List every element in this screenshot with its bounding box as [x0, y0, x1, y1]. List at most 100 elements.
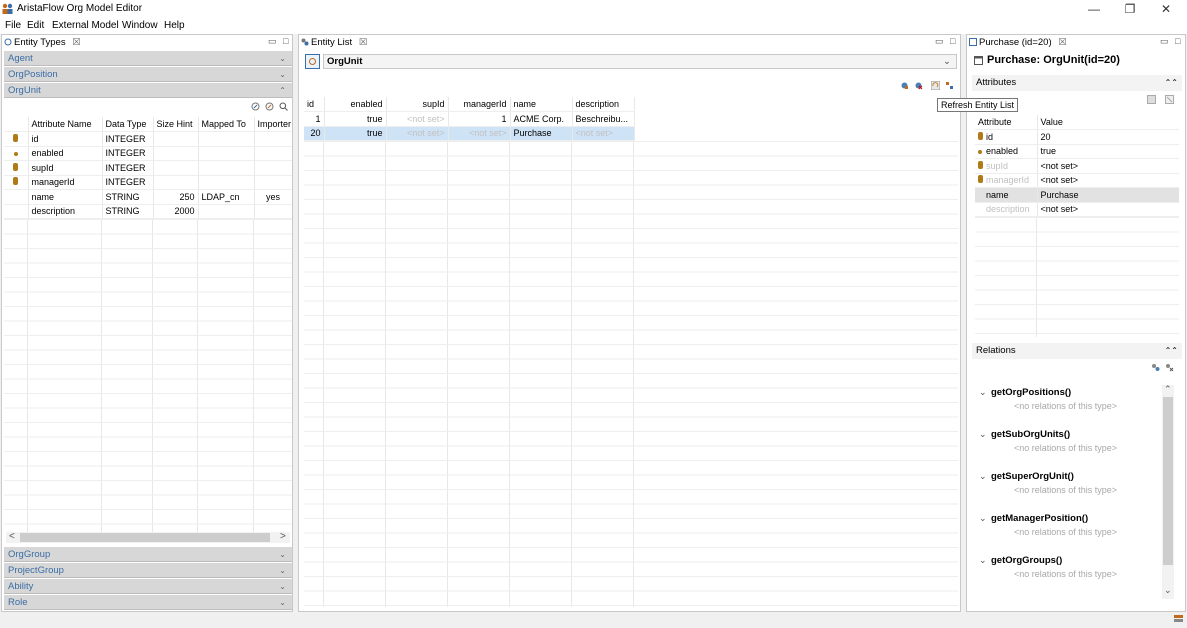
menu-window[interactable]: Window — [122, 20, 158, 31]
collapse-icon[interactable]: ⌃⌃ — [1165, 343, 1178, 359]
close-tab-icon[interactable]: ☒ — [359, 37, 368, 48]
attr-value[interactable]: <not set> — [1037, 202, 1179, 217]
add-relation-icon[interactable] — [1151, 363, 1160, 372]
tab-entity-types[interactable]: Entity Types ☒ — [2, 35, 92, 50]
column-header[interactable]: description — [572, 97, 635, 112]
edit-alt-icon[interactable] — [265, 102, 274, 111]
table-row[interactable]: name STRING 250 LDAP_cn yes — [4, 189, 292, 205]
table-row[interactable]: id INTEGER — [4, 131, 292, 147]
minimize-view-icon[interactable]: ▭ — [1160, 35, 1169, 47]
search-icon[interactable] — [279, 102, 288, 111]
column-header[interactable]: Mapped To — [198, 117, 255, 132]
scroll-down-icon[interactable]: ⌄ — [1164, 585, 1172, 596]
attr-mapped: LDAP_cn — [198, 189, 255, 205]
column-header[interactable]: supId — [386, 97, 449, 112]
edit-icon[interactable] — [251, 102, 260, 111]
column-header[interactable]: Importer — [254, 117, 292, 132]
table-row-selected[interactable]: name Purchase — [975, 187, 1179, 203]
filter-icon[interactable] — [945, 81, 954, 90]
attributes-section-header[interactable]: Attributes ⌃⌃ — [972, 75, 1182, 91]
maximize-view-icon[interactable]: □ — [1175, 35, 1180, 47]
table-row[interactable]: supId <not set> — [975, 158, 1179, 174]
scroll-up-icon[interactable]: ⌃ — [1164, 384, 1172, 395]
column-header[interactable]: Attribute Name — [28, 117, 103, 132]
horizontal-scrollbar[interactable]: < > — [6, 531, 290, 543]
minimize-view-icon[interactable]: ▭ — [935, 35, 944, 47]
accordion-ability[interactable]: Ability ⌄ — [4, 579, 292, 594]
minimize-view-icon[interactable]: ▭ — [268, 35, 277, 47]
attr-value[interactable]: true — [1037, 144, 1179, 159]
revert-icon[interactable] — [1165, 95, 1174, 104]
create-entity-icon[interactable] — [900, 81, 909, 90]
scrollbar-thumb[interactable] — [1163, 397, 1173, 565]
entity-type-dropdown[interactable]: OrgUnit ⌄ — [323, 54, 957, 69]
attr-value[interactable]: Purchase — [1037, 187, 1179, 203]
restore-button[interactable]: ❐ — [1112, 0, 1148, 18]
close-tab-icon[interactable]: ☒ — [1058, 37, 1067, 48]
chevron-down-icon[interactable]: ⌄ — [979, 555, 987, 566]
scroll-left-icon[interactable]: < — [9, 531, 15, 542]
table-row-selected[interactable]: 20 true <not set> <not set> Purchase <no… — [304, 126, 635, 141]
column-header[interactable]: Size Hint — [153, 117, 199, 132]
relations-section-header[interactable]: Relations ⌃⌃ — [972, 343, 1182, 359]
maximize-view-icon[interactable]: □ — [283, 35, 288, 47]
chevron-down-icon[interactable]: ⌄ — [979, 429, 987, 440]
entity-form-icon — [974, 56, 983, 65]
table-row[interactable]: managerId INTEGER — [4, 175, 292, 190]
menu-help[interactable]: Help — [164, 20, 185, 31]
accordion-orggroup[interactable]: OrgGroup ⌄ — [4, 547, 292, 562]
attr-value[interactable]: <not set> — [1037, 173, 1179, 188]
chevron-down-icon[interactable]: ⌄ — [979, 387, 987, 398]
maximize-view-icon[interactable]: □ — [950, 35, 955, 47]
table-row[interactable]: managerId <not set> — [975, 173, 1179, 188]
column-header[interactable]: managerId — [448, 97, 511, 112]
column-header[interactable]: name — [510, 97, 573, 112]
scrollbar-thumb[interactable] — [20, 533, 270, 542]
tab-entity-list[interactable]: Entity List ☒ — [299, 35, 379, 50]
table-row[interactable]: description STRING 2000 — [4, 204, 292, 219]
delete-entity-icon[interactable] — [914, 81, 923, 90]
column-header[interactable]: Data Type — [102, 117, 154, 132]
table-header: Attribute Value — [975, 115, 1179, 130]
accordion-orgposition[interactable]: OrgPosition ⌄ — [4, 67, 292, 82]
attr-value[interactable]: <not set> — [1037, 158, 1179, 174]
tab-purchase-detail[interactable]: Purchase (id=20) ☒ — [967, 35, 1067, 50]
column-header[interactable]: enabled — [324, 97, 387, 112]
accordion-projectgroup[interactable]: ProjectGroup ⌄ — [4, 563, 292, 578]
close-tab-icon[interactable]: ☒ — [72, 37, 81, 48]
status-indicator-icon[interactable] — [1174, 615, 1183, 624]
table-row[interactable]: enabled true — [975, 144, 1179, 159]
table-row[interactable]: enabled INTEGER — [4, 146, 292, 161]
attr-value[interactable]: 20 — [1037, 129, 1179, 145]
menu-bar: File Edit External Model Window Help — [0, 18, 1187, 34]
menu-external-model[interactable]: External Model — [52, 20, 119, 31]
accordion-agent[interactable]: Agent ⌄ — [4, 51, 292, 66]
accordion-role[interactable]: Role ⌄ — [4, 595, 292, 610]
relation-name: getSubOrgUnits() — [991, 429, 1071, 440]
table-row[interactable]: 1 true <not set> 1 ACME Corp. Beschreibu… — [304, 111, 635, 127]
relation-group[interactable]: ⌄ getSubOrgUnits() <no relations of this… — [979, 425, 1159, 465]
attr-type: INTEGER — [102, 146, 154, 161]
relation-group[interactable]: ⌄ getOrgPositions() <no relations of thi… — [979, 383, 1159, 423]
menu-edit[interactable]: Edit — [27, 20, 44, 31]
table-row[interactable]: supId INTEGER — [4, 160, 292, 176]
minimize-button[interactable]: — — [1076, 0, 1112, 18]
save-icon[interactable] — [1147, 95, 1156, 104]
column-header[interactable]: id — [304, 97, 325, 112]
relation-group[interactable]: ⌄ getOrgGroups() <no relations of this t… — [979, 551, 1159, 591]
refresh-entity-list-icon[interactable] — [931, 81, 940, 90]
table-row[interactable]: description <not set> — [975, 202, 1179, 217]
scroll-right-icon[interactable]: > — [280, 531, 286, 542]
vertical-scrollbar[interactable]: ⌃ ⌄ — [1162, 384, 1174, 599]
chevron-down-icon[interactable]: ⌄ — [979, 513, 987, 524]
chevron-down-icon[interactable]: ⌄ — [979, 471, 987, 482]
accordion-orgunit[interactable]: OrgUnit ⌃ — [4, 83, 292, 98]
table-row[interactable]: id 20 — [975, 129, 1179, 145]
collapse-icon[interactable]: ⌃⌃ — [1165, 75, 1178, 91]
menu-file[interactable]: File — [5, 20, 21, 31]
cell-name: Purchase — [510, 126, 573, 141]
remove-relation-icon[interactable] — [1165, 363, 1174, 372]
relation-group[interactable]: ⌄ getSuperOrgUnit() <no relations of thi… — [979, 467, 1159, 507]
close-button[interactable]: ✕ — [1148, 0, 1184, 18]
relation-group[interactable]: ⌄ getManagerPosition() <no relations of … — [979, 509, 1159, 549]
